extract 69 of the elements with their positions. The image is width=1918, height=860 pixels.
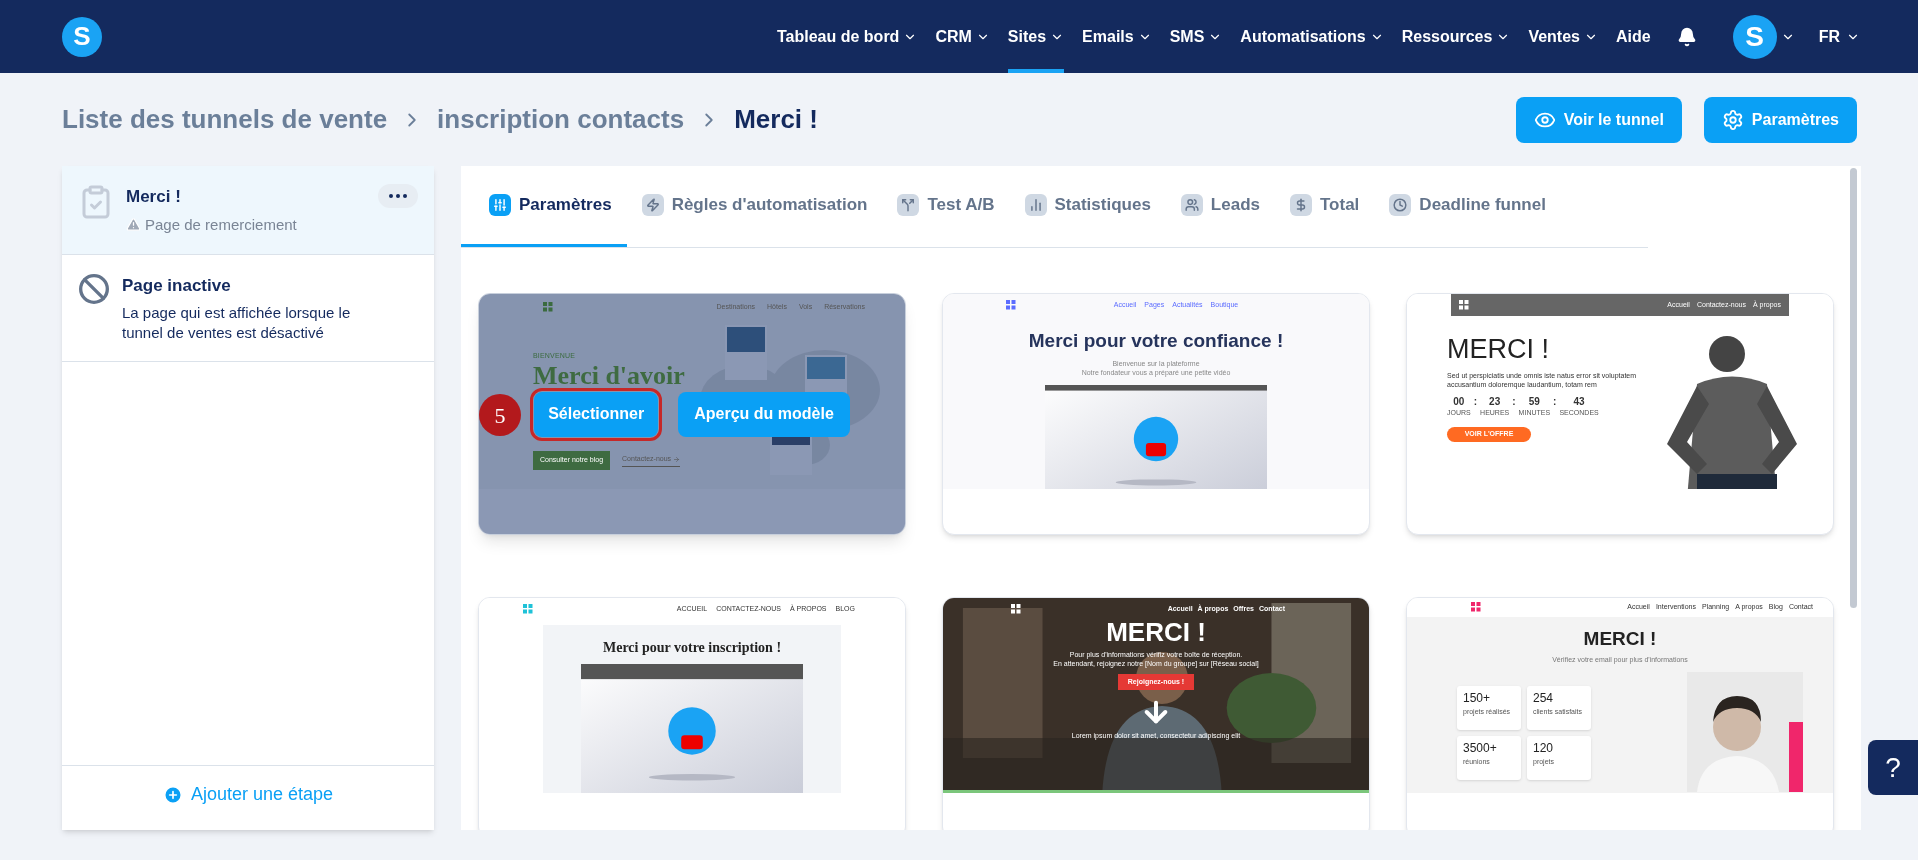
tab-icon [897,194,920,216]
more-button[interactable] [378,184,418,208]
tab-icon [489,194,511,216]
nav-item[interactable]: CRM [935,0,990,73]
step-description: La page qui est affichée lorsque le tunnel de ventes est désactivé [122,302,352,343]
breadcrumb-link[interactable]: inscription contacts [437,100,685,139]
logo-icon [543,302,553,313]
nav-item[interactable]: Tableau de bord [777,0,918,73]
nav-item[interactable]: Ressources [1401,0,1511,73]
countdown-value: 43 [1573,396,1585,408]
funnel-step[interactable]: Page inactive La page qui est affichée lorsque le tunnel de ventes est désactivé [62,255,434,362]
template-card[interactable] [942,597,1370,830]
nav-item[interactable]: Ventes [1528,0,1598,73]
nav-item[interactable]: Emails [1082,0,1152,73]
nav-item[interactable]: Aide [1616,0,1651,73]
plus-icon [162,784,183,805]
help-button[interactable]: ? [1868,740,1918,795]
warning-icon [126,217,141,233]
step-subtitle: Page de remerciement [145,214,297,235]
countdown-value: 00 [1453,396,1465,408]
heading: MERCI ! [1583,626,1657,651]
stat-value: 150+ [1463,689,1492,707]
stat-value: 254 [1533,689,1555,707]
tab[interactable]: Règles d'automatisation [626,166,883,247]
template-card[interactable] [1406,293,1834,535]
heading: Merci pour votre confiance ! [1028,328,1284,353]
breadcrumb-current: Merci ! [734,103,818,136]
separator-text: : [1512,396,1516,408]
tab[interactable]: Test A/B [882,166,1010,247]
scrollbar[interactable] [1850,168,1857,608]
settings-icon [1721,108,1744,131]
tab[interactable]: Statistiques [1009,166,1166,247]
tab[interactable]: Leads [1165,166,1275,247]
heading: Merci d'avoir [533,363,685,389]
countdown-value: 59 [1528,396,1540,408]
stat-value: 120 [1533,739,1555,757]
avatar: S [1732,14,1777,59]
tab[interactable]: Deadline funnel [1374,166,1561,247]
tab-icon [1389,194,1412,216]
logo-icon [1011,604,1021,614]
tab-icon [1290,194,1312,216]
heading: MERCI ! [1447,336,1550,363]
stat-value: 3500+ [1463,739,1498,757]
ban-icon [78,273,110,305]
tab-icon [1180,194,1203,216]
notification-bell-icon[interactable] [1676,26,1697,47]
logo-icon [1471,602,1481,613]
more-icon [389,194,407,198]
tab-icon [641,194,664,216]
heading: MERCI ! [1106,618,1206,645]
separator-text: : [1473,396,1478,408]
tab[interactable]: Total [1275,166,1375,247]
heading: Merci pour votre inscription ! [602,638,782,657]
arrow-icon [673,455,681,463]
nav-item[interactable]: Sites [1007,0,1065,73]
step-title: Merci ! [126,186,182,208]
funnel-step[interactable]: Merci ! Page de remerciement [62,166,434,255]
logo-icon [1006,300,1016,310]
step-title: Page inactive [122,275,232,297]
nav-item[interactable]: SMS [1169,0,1223,73]
separator-text: : [1553,396,1557,408]
tab-icon [1024,194,1047,216]
breadcrumb-link[interactable]: Liste des tunnels de vente [62,100,388,139]
language-selector[interactable]: FR [1818,24,1860,49]
countdown-value: 23 [1489,396,1501,408]
logo-icon [523,604,533,615]
tab[interactable]: Paramètres [461,166,627,247]
nav-item[interactable]: Automatisations [1240,0,1384,73]
logo-icon [1459,300,1469,310]
